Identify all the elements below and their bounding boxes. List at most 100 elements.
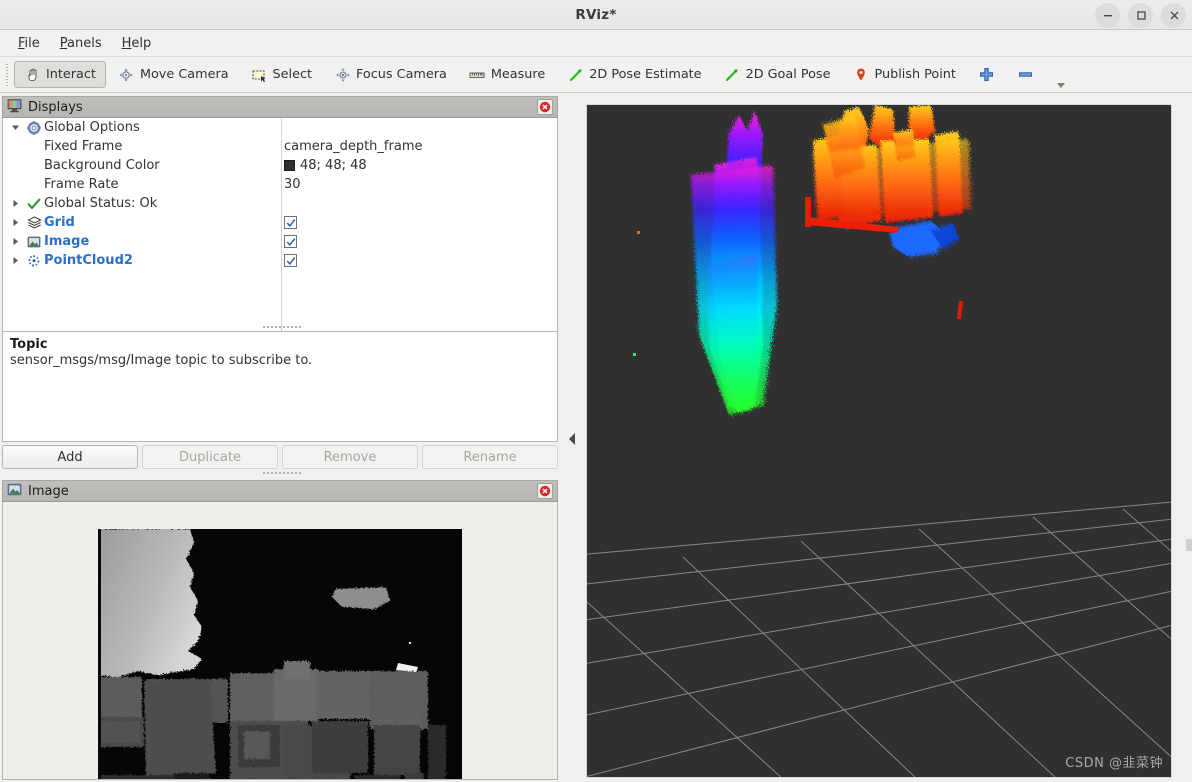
chevron-right-icon[interactable] xyxy=(7,194,24,213)
displays-panel-close-button[interactable] xyxy=(537,99,553,115)
select-rect-icon xyxy=(251,66,268,83)
map-pin-icon xyxy=(852,66,869,83)
minus-icon xyxy=(1017,66,1034,83)
horizontal-splitter-handle-2[interactable] xyxy=(262,471,302,476)
tool-select[interactable]: Select xyxy=(241,61,322,88)
tool-remove-tool-button[interactable] xyxy=(1007,61,1044,88)
tree-row-grid[interactable]: Grid xyxy=(3,213,557,232)
tool-interact[interactable]: Interact xyxy=(14,61,106,88)
menu-file[interactable]: File xyxy=(10,33,48,54)
image-icon xyxy=(24,232,44,251)
image-panel-title: Image xyxy=(28,483,69,499)
image-icon xyxy=(7,482,22,501)
chevron-right-icon[interactable] xyxy=(7,213,24,232)
checkbox[interactable] xyxy=(284,216,297,229)
image-enabled-checkbox[interactable] xyxy=(284,235,297,248)
gear-icon xyxy=(24,118,44,137)
image-panel-header: Image xyxy=(2,480,558,502)
tree-row-background-color[interactable]: Background Color 48; 48; 48 xyxy=(3,156,557,175)
focus-camera-icon xyxy=(334,66,351,83)
grid-enabled-checkbox[interactable] xyxy=(284,216,297,229)
tree-row-global-options[interactable]: Global Options xyxy=(3,118,557,137)
main-toolbar: Interact Move Camera Select Focus Camera… xyxy=(0,57,1192,93)
watermark: CSDN @韭菜钟 xyxy=(1065,756,1163,771)
tree-row-fixed-frame[interactable]: Fixed Frame camera_depth_frame xyxy=(3,137,557,156)
color-swatch xyxy=(284,160,295,171)
toolbar-grip[interactable] xyxy=(4,63,11,86)
green-arrow-icon xyxy=(724,66,741,83)
displays-button-row: Add Duplicate Remove Rename xyxy=(2,445,558,469)
rename-button[interactable]: Rename xyxy=(422,445,558,469)
monitor-icon xyxy=(7,98,22,117)
menu-bar: File Panels Help xyxy=(0,30,1192,57)
tree-row-pointcloud2[interactable]: PointCloud2 xyxy=(3,251,557,270)
check-green-icon xyxy=(24,194,44,213)
menu-help[interactable]: Help xyxy=(114,33,160,54)
move-camera-icon xyxy=(118,66,135,83)
chevron-right-icon[interactable] xyxy=(7,251,24,270)
tree-row-frame-rate[interactable]: Frame Rate 30 xyxy=(3,175,557,194)
panel-splitter[interactable] xyxy=(560,96,584,782)
title-bar: RViz* xyxy=(0,0,1192,30)
add-button[interactable]: Add xyxy=(2,445,138,469)
close-button[interactable] xyxy=(1161,2,1186,28)
image-panel-close-button[interactable] xyxy=(537,483,553,499)
tree-row-global-status[interactable]: Global Status: Ok xyxy=(3,194,557,213)
tool-2d-pose-estimate[interactable]: 2D Pose Estimate xyxy=(557,61,711,88)
background-color-value[interactable]: 48; 48; 48 xyxy=(284,158,367,173)
tree-label: Frame Rate xyxy=(44,177,119,192)
pointcloud2-enabled-checkbox[interactable] xyxy=(284,254,297,267)
chevron-left-icon[interactable] xyxy=(569,433,575,445)
toolbar-overflow-button[interactable] xyxy=(1045,61,1067,88)
tool-publish-point[interactable]: Publish Point xyxy=(842,61,965,88)
plus-icon xyxy=(978,66,995,83)
tool-add-tool-button[interactable] xyxy=(968,61,1005,88)
hand-cursor-icon xyxy=(24,66,41,83)
help-description: sensor_msgs/msg/Image topic to subscribe… xyxy=(10,353,313,368)
pointcloud-icon xyxy=(24,251,44,270)
grid-icon xyxy=(24,213,44,232)
menu-panels[interactable]: Panels xyxy=(52,33,110,54)
tree-label: Image xyxy=(44,234,90,249)
render-view-3d[interactable]: CSDN @韭菜钟 xyxy=(586,104,1172,778)
tool-focus-camera[interactable]: Focus Camera xyxy=(324,61,457,88)
horizontal-splitter-handle[interactable] xyxy=(262,325,302,330)
render-canvas xyxy=(587,105,1171,777)
duplicate-button[interactable]: Duplicate xyxy=(142,445,278,469)
green-arrow-icon xyxy=(567,66,584,83)
maximize-button[interactable] xyxy=(1128,2,1153,28)
scroll-nub[interactable] xyxy=(1186,539,1192,551)
tool-measure[interactable]: Measure xyxy=(459,61,555,88)
checkbox[interactable] xyxy=(284,254,297,267)
tree-label: Global Status: Ok xyxy=(44,196,158,211)
window-title: RViz* xyxy=(575,6,617,23)
chevron-down-icon[interactable] xyxy=(7,118,24,137)
tree-label: Grid xyxy=(44,215,75,230)
tool-move-camera[interactable]: Move Camera xyxy=(108,61,239,88)
displays-panel-title: Displays xyxy=(28,99,83,115)
minimize-button[interactable] xyxy=(1095,2,1120,28)
checkbox[interactable] xyxy=(284,235,297,248)
tool-2d-goal-pose[interactable]: 2D Goal Pose xyxy=(714,61,841,88)
background-color-text: 48; 48; 48 xyxy=(300,158,367,173)
depth-wall-region xyxy=(98,529,202,677)
help-title: Topic xyxy=(10,337,48,352)
image-panel-body xyxy=(2,502,558,780)
tool-measure-label: Measure xyxy=(490,67,546,82)
chevron-right-icon[interactable] xyxy=(7,232,24,251)
frame-rate-value[interactable]: 30 xyxy=(284,177,301,192)
tree-label: Fixed Frame xyxy=(44,139,123,154)
tree-label: PointCloud2 xyxy=(44,253,133,268)
displays-tree[interactable]: Global Options Fixed Frame camera_depth_… xyxy=(2,118,558,351)
fixed-frame-value[interactable]: camera_depth_frame xyxy=(284,139,422,154)
grayscale-depth-image xyxy=(98,529,462,779)
tree-row-image[interactable]: Image xyxy=(3,232,557,251)
remove-button[interactable]: Remove xyxy=(282,445,418,469)
tool-select-label: Select xyxy=(272,67,313,82)
property-help-box: Topic sensor_msgs/msg/Image topic to sub… xyxy=(2,331,558,442)
tool-move-camera-label: Move Camera xyxy=(139,67,229,82)
ruler-icon xyxy=(469,66,486,83)
right-gap xyxy=(1172,104,1192,778)
tree-label: Background Color xyxy=(44,158,160,173)
window-controls xyxy=(1095,0,1186,30)
